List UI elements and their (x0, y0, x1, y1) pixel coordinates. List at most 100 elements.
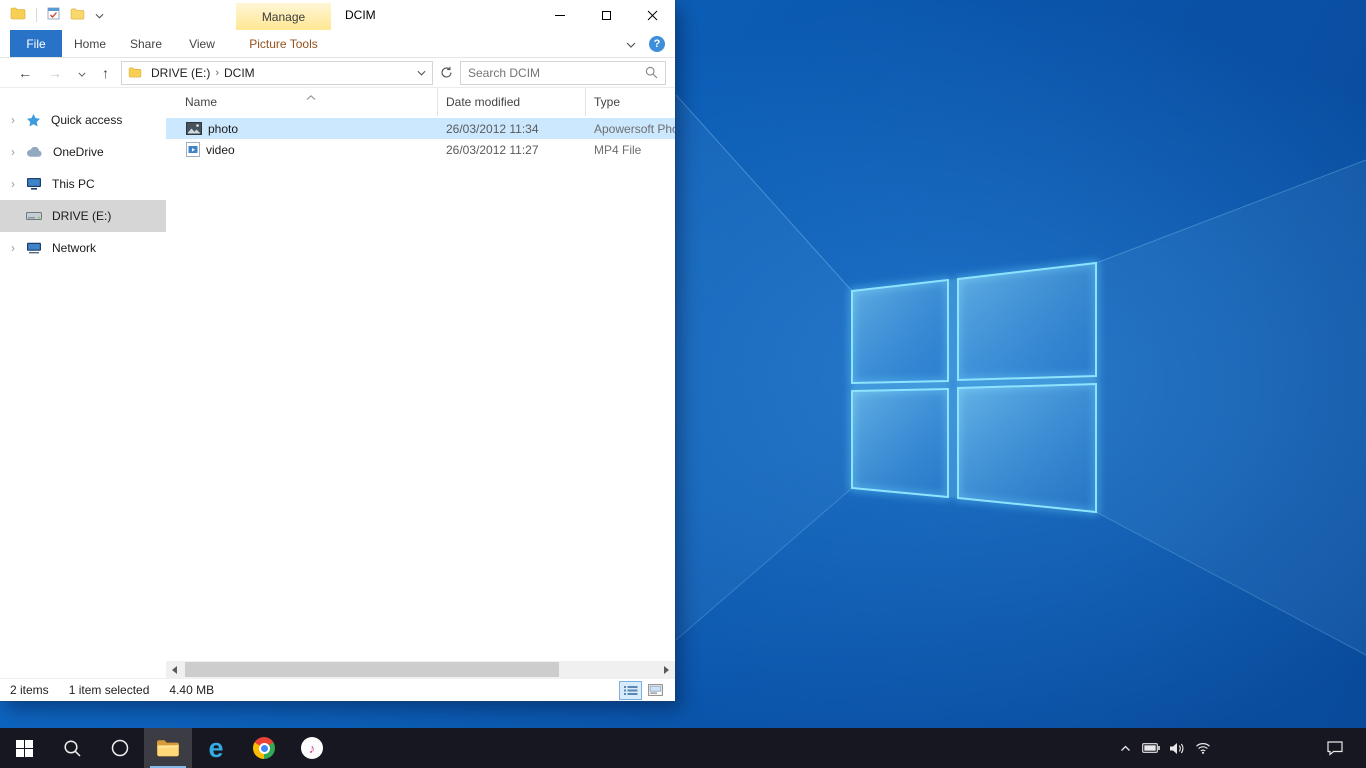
thumbnails-view-icon (648, 684, 663, 696)
name-cell: video (166, 142, 438, 157)
battery-icon (1142, 743, 1160, 753)
search-box[interactable] (460, 61, 666, 85)
chrome-button[interactable] (240, 728, 288, 768)
tab-share[interactable]: Share (118, 30, 174, 57)
navigation-pane: › Quick access › OneDrive › This PC DRI (0, 88, 166, 678)
itunes-icon: ♪ (301, 737, 323, 759)
sidebar-item-label: Network (52, 241, 96, 255)
manage-contextual-header[interactable]: Manage (236, 3, 331, 30)
window-controls (537, 0, 675, 30)
sidebar-item-quick-access[interactable]: › Quick access (0, 104, 166, 136)
sort-ascending-icon[interactable] (306, 89, 316, 103)
close-button[interactable] (629, 0, 675, 30)
expand-ribbon-chevron-icon[interactable] (626, 37, 636, 51)
column-header-type[interactable]: Type (586, 88, 675, 116)
column-header-name[interactable]: Name (166, 88, 438, 116)
expander-chevron-icon[interactable]: › (11, 177, 15, 191)
sidebar-item-this-pc[interactable]: › This PC (0, 168, 166, 200)
details-view-button[interactable] (619, 681, 642, 700)
ribbon-right-controls: ? (626, 30, 665, 57)
wifi-icon (1195, 742, 1211, 754)
address-dropdown-chevron-icon[interactable] (417, 70, 426, 76)
address-bar-row: ← → ↑ DRIVE (E:) › DCIM (0, 58, 675, 88)
file-row-video[interactable]: video 26/03/2012 11:27 MP4 File (166, 139, 675, 160)
type-cell: MP4 File (586, 143, 675, 157)
quick-access-toolbar (0, 0, 104, 30)
edge-browser-icon: e (208, 735, 223, 762)
scrollbar-thumb[interactable] (185, 662, 559, 677)
taskbar: e ♪ (0, 728, 1366, 768)
tab-picture-tools[interactable]: Picture Tools (236, 30, 331, 57)
column-headers: Name Date modified Type (166, 88, 675, 116)
itunes-button[interactable]: ♪ (288, 728, 336, 768)
sidebar-item-label: OneDrive (53, 145, 104, 159)
network-button[interactable] (1190, 728, 1216, 768)
chevron-up-icon (1120, 745, 1131, 752)
start-button[interactable] (0, 728, 48, 768)
file-name: video (206, 143, 235, 157)
back-button[interactable]: ← (18, 66, 32, 80)
up-button[interactable]: ↑ (102, 66, 109, 80)
type-cell: Apowersoft Pho (586, 122, 675, 136)
qat-properties-icon[interactable] (47, 7, 60, 23)
refresh-icon (440, 66, 453, 79)
tab-file[interactable]: File (10, 30, 62, 57)
scroll-left-arrow[interactable] (166, 661, 183, 678)
cloud-icon (26, 147, 43, 158)
column-header-date-modified[interactable]: Date modified (438, 88, 586, 116)
breadcrumb-folder[interactable]: DCIM (219, 66, 260, 80)
sidebar-item-label: Quick access (51, 113, 122, 127)
taskbar-file-explorer-button[interactable] (144, 728, 192, 768)
desktop: Manage DCIM File Home Share View Picture… (0, 0, 1366, 768)
speaker-icon (1169, 742, 1185, 755)
cortana-icon (110, 738, 130, 758)
photo-file-icon (186, 122, 202, 135)
action-center-button[interactable] (1312, 728, 1358, 768)
minimize-button[interactable] (537, 0, 583, 30)
volume-button[interactable] (1164, 728, 1190, 768)
sidebar-item-drive-e[interactable]: DRIVE (E:) (0, 200, 166, 232)
scroll-right-arrow[interactable] (658, 661, 675, 678)
qat-new-folder-icon[interactable] (70, 8, 85, 23)
battery-status-button[interactable] (1138, 728, 1164, 768)
refresh-button[interactable] (440, 66, 453, 79)
titlebar[interactable]: Manage DCIM (0, 0, 675, 30)
cortana-button[interactable] (96, 728, 144, 768)
qat-customize-chevron-icon[interactable] (95, 8, 104, 22)
maximize-button[interactable] (583, 0, 629, 30)
help-icon[interactable]: ? (649, 36, 665, 52)
search-input[interactable] (461, 66, 645, 80)
recent-locations-chevron-icon[interactable] (78, 66, 86, 80)
tab-home[interactable]: Home (62, 30, 118, 57)
name-cell: photo (166, 122, 438, 136)
network-icon (26, 242, 42, 254)
tab-view[interactable]: View (174, 30, 230, 57)
hidden-icons-button[interactable] (1112, 728, 1138, 768)
video-file-icon (186, 142, 200, 157)
drive-icon (26, 211, 42, 221)
expander-chevron-icon[interactable]: › (11, 113, 15, 127)
file-name: photo (208, 122, 238, 136)
computer-icon (26, 177, 42, 191)
breadcrumb-drive[interactable]: DRIVE (E:) (146, 66, 215, 80)
thumbnails-view-button[interactable] (644, 681, 667, 700)
sidebar-item-network[interactable]: › Network (0, 232, 166, 264)
sidebar-item-label: This PC (52, 177, 95, 191)
system-tray (1112, 728, 1216, 768)
taskbar-search-button[interactable] (48, 728, 96, 768)
window-title: DCIM (345, 0, 376, 30)
edge-browser-button[interactable]: e (192, 728, 240, 768)
sidebar-item-onedrive[interactable]: › OneDrive (0, 136, 166, 168)
expander-chevron-icon[interactable]: › (11, 241, 15, 255)
expander-chevron-icon[interactable]: › (11, 145, 15, 159)
file-list-area: Name Date modified Type photo 26/03/2012… (166, 88, 675, 678)
view-toggle-buttons (619, 681, 667, 700)
file-row-photo[interactable]: photo 26/03/2012 11:34 Apowersoft Pho (166, 118, 675, 139)
close-icon (647, 10, 658, 21)
scroll-right-icon (664, 666, 669, 674)
minimize-icon (555, 15, 565, 16)
address-bar[interactable]: DRIVE (E:) › DCIM (121, 61, 433, 85)
horizontal-scrollbar[interactable] (166, 661, 675, 678)
ribbon-tab-row: File Home Share View Picture Tools ? (0, 30, 675, 58)
search-icon (645, 66, 658, 79)
